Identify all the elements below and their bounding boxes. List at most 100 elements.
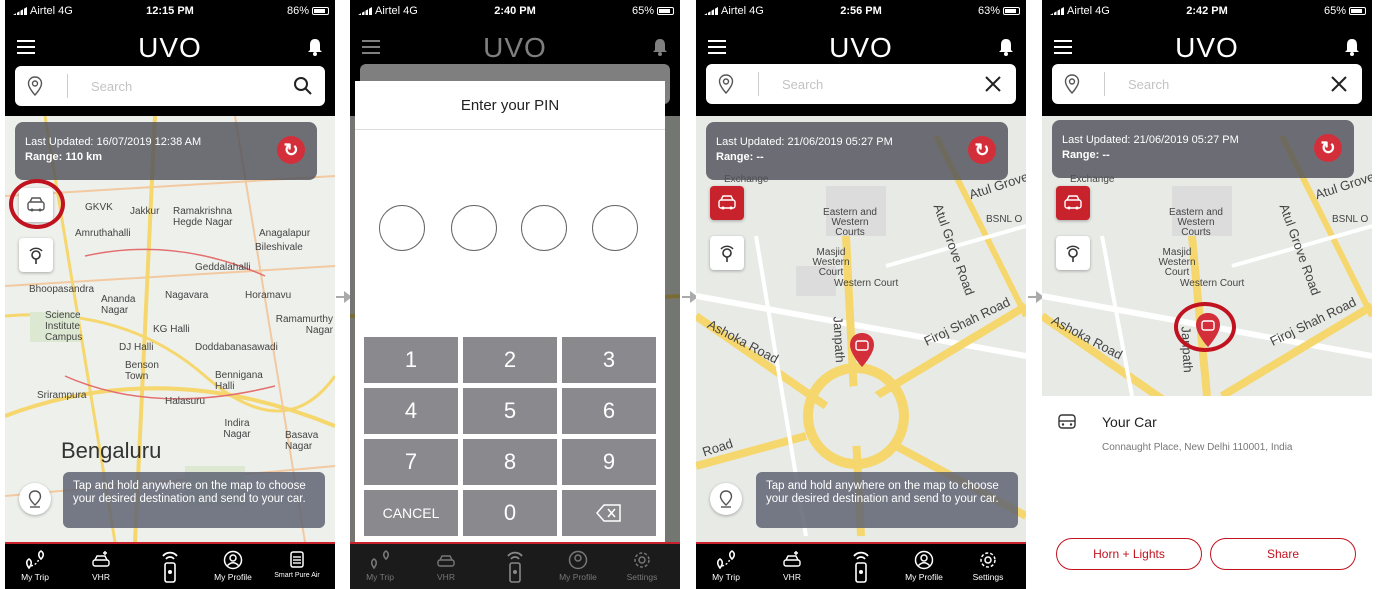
map-label: Ananda Nagar — [101, 294, 136, 316]
cancel-button[interactable]: CANCEL — [364, 490, 458, 536]
profile-icon — [914, 550, 934, 570]
car-health-icon — [783, 551, 801, 567]
car-signal-button[interactable] — [1056, 236, 1090, 270]
car-location-pin-icon[interactable] — [849, 332, 875, 368]
find-my-car-button[interactable] — [710, 186, 744, 220]
tab-label: My Trip — [712, 572, 740, 582]
tab-label: VHR — [783, 572, 801, 582]
status-bar: Airtel 4G 2:42 PM 65% — [1042, 0, 1372, 22]
backspace-button[interactable] — [562, 490, 656, 536]
map-label: Nagavara — [165, 290, 209, 301]
map-label: BSNL O — [986, 214, 1023, 225]
car-signal-button[interactable] — [19, 238, 53, 272]
key-1[interactable]: 1 — [364, 337, 458, 383]
close-icon[interactable] — [1330, 75, 1348, 93]
battery-percent: 63% — [977, 5, 1000, 17]
refresh-icon[interactable]: ↻ — [968, 136, 996, 164]
last-updated: Last Updated: 21/06/2019 05:27 PM — [1062, 134, 1239, 146]
tab-remote[interactable] — [831, 550, 891, 584]
signal-pin-icon — [720, 245, 734, 262]
trip-icon — [25, 550, 45, 570]
pin-digit-slot — [592, 205, 638, 251]
battery-icon — [1349, 7, 1366, 15]
tab-settings: Settings — [612, 550, 672, 582]
gear-icon — [980, 552, 996, 568]
map-label: Masjid Western Court — [1158, 247, 1196, 278]
map-hint-tooltip: Tap and hold anywhere on the map to choo… — [756, 472, 1018, 528]
phone-screen-car-detail: Airtel 4G 2:42 PM 65% UVO Search Exchang… — [1042, 0, 1372, 589]
app-logo: UVO — [138, 32, 202, 63]
key-7[interactable]: 7 — [364, 439, 458, 485]
tab-remote[interactable] — [140, 550, 200, 584]
search-bar[interactable]: Search — [706, 64, 1016, 104]
tab-label: Settings — [626, 572, 658, 582]
map-label: Bileshivale — [255, 242, 303, 253]
car-health-icon — [437, 555, 455, 567]
refresh-icon[interactable]: ↻ — [1314, 134, 1342, 162]
tab-label: Smart Pure Air — [274, 572, 320, 579]
status-bar: Airtel 4G 12:15 PM 86% — [5, 0, 335, 22]
search-bar[interactable]: Search — [1052, 64, 1362, 104]
bell-icon[interactable] — [998, 38, 1014, 56]
car-signal-button[interactable] — [710, 236, 744, 270]
range: Range: -- — [1062, 149, 1110, 161]
flow-arrow — [682, 291, 698, 303]
tab-remote — [485, 550, 545, 584]
close-icon[interactable] — [984, 75, 1002, 93]
map-label: Western Court — [1180, 278, 1245, 289]
search-bar[interactable]: Search — [15, 66, 325, 106]
last-updated: Last Updated: 21/06/2019 05:27 PM — [716, 136, 893, 148]
map-label: Eastern and Western Courts — [823, 207, 877, 238]
pin-digit-slot — [379, 205, 425, 251]
key-6[interactable]: 6 — [562, 388, 656, 434]
tab-vhr[interactable]: VHR — [71, 550, 131, 582]
flow-arrow — [1028, 291, 1044, 303]
tab-my-trip[interactable]: My Trip — [696, 550, 756, 582]
range: Range: 110 km — [25, 151, 103, 163]
map-label: Janpath — [830, 316, 848, 363]
key-4[interactable]: 4 — [364, 388, 458, 434]
key-8[interactable]: 8 — [463, 439, 557, 485]
refresh-icon[interactable]: ↻ — [277, 136, 305, 164]
share-button[interactable]: Share — [1210, 538, 1356, 570]
vehicle-status-card: Last Updated: 16/07/2019 12:38 AM Range:… — [15, 122, 317, 180]
search-input[interactable]: Search — [782, 77, 823, 92]
signal-pin-icon — [29, 247, 43, 264]
destination-button[interactable] — [710, 483, 742, 515]
car-address: Connaught Place, New Delhi 110001, India — [1102, 442, 1293, 453]
key-3[interactable]: 3 — [562, 337, 656, 383]
key-5[interactable]: 5 — [463, 388, 557, 434]
pin-title: Enter your PIN — [460, 97, 560, 114]
destination-button[interactable] — [19, 483, 51, 515]
horn-lights-button[interactable]: Horn + Lights — [1056, 538, 1202, 570]
key-0[interactable]: 0 — [463, 490, 557, 536]
tab-my-trip: My Trip — [350, 550, 410, 582]
tab-my-trip[interactable]: My Trip — [5, 550, 65, 582]
key-2[interactable]: 2 — [463, 337, 557, 383]
search-divider — [758, 72, 759, 96]
map-label-city: Bengaluru — [61, 438, 162, 463]
map-label: KG Halli — [153, 324, 190, 335]
bell-icon[interactable] — [1344, 38, 1360, 56]
find-my-car-button[interactable] — [1056, 186, 1090, 220]
bell-icon[interactable] — [307, 38, 323, 56]
signal-pin-icon — [1066, 245, 1080, 262]
search-input[interactable]: Search — [91, 79, 132, 94]
remote-key-icon — [853, 551, 869, 583]
tab-my-profile[interactable]: My Profile — [894, 550, 954, 582]
tab-my-profile[interactable]: My Profile — [203, 550, 263, 582]
tab-label: VHR — [437, 572, 455, 582]
map-label: Srirampura — [37, 390, 87, 401]
search-input[interactable]: Search — [1128, 77, 1169, 92]
tab-settings[interactable]: Settings — [958, 550, 1018, 582]
tab-smart-pure-air[interactable]: Smart Pure Air — [267, 550, 327, 580]
tab-label: Settings — [972, 572, 1004, 582]
map-label: Ramakrishna Hegde Nagar — [173, 206, 233, 228]
key-9[interactable]: 9 — [562, 439, 656, 485]
map-label: Horamavu — [245, 290, 292, 301]
search-icon[interactable] — [293, 76, 313, 96]
battery-percent: 65% — [1323, 5, 1346, 17]
tab-vhr[interactable]: VHR — [762, 550, 822, 582]
tab-label: My Profile — [214, 572, 252, 582]
battery-percent: 65% — [631, 5, 654, 17]
